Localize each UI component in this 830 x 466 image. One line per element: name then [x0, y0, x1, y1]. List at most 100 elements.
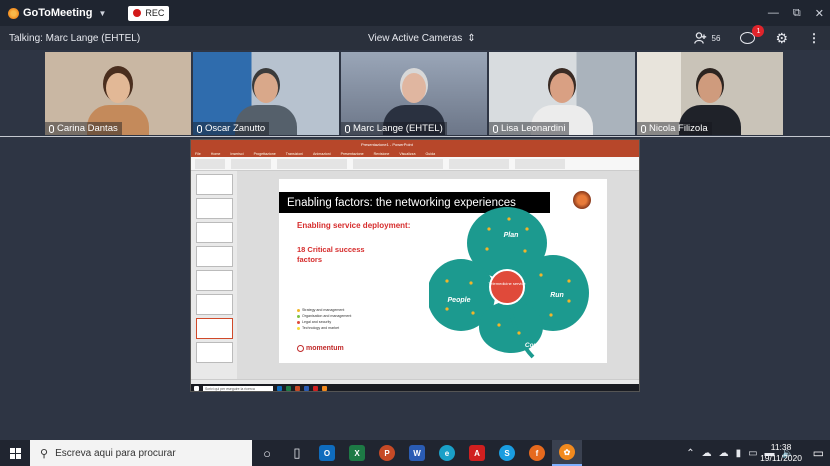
taskbar-search[interactable]: ⚲ Escreva aqui para procurar [30, 440, 252, 466]
label-run: Run [550, 292, 564, 299]
ppt-ribbon [191, 157, 639, 171]
shared-search-box: Scrivi qui per eseguire la ricerca [203, 385, 273, 391]
excel-icon: X [349, 445, 365, 461]
critical-factors-text: 18 Critical success factors [297, 245, 365, 264]
ppt-document-title: Presentazione1 - PowerPoint [361, 142, 413, 147]
cortana-button[interactable]: ○ [252, 440, 282, 466]
slide-legend: Strategy and management Organisation and… [297, 307, 351, 331]
clover-center [489, 269, 525, 305]
network-icon[interactable]: ▭ [748, 448, 757, 459]
taskbar-clock[interactable]: 11:38 19/11/2020 [760, 442, 802, 464]
slide-thumbnail [196, 222, 233, 243]
camera-tile-carina-dantas[interactable]: Carina Dantas [45, 52, 191, 135]
meeting-toolbar: Talking: Marc Lange (EHTEL) View Active … [0, 25, 830, 50]
ppt-menu-item: Transizioni [285, 151, 304, 156]
task-view-button[interactable]: ▯ [282, 440, 312, 466]
mic-icon [345, 124, 350, 133]
momentum-brand: momentum [297, 345, 344, 352]
shared-screen[interactable]: Presentazione1 - PowerPoint File Home In… [190, 139, 640, 392]
slide-thumbnail [196, 270, 233, 291]
word-icon: W [409, 445, 425, 461]
record-dot-icon [133, 9, 142, 17]
usb-icon[interactable]: ▮ [736, 448, 742, 459]
chat-button[interactable]: 1 [740, 25, 765, 44]
restore-icon[interactable]: ⧉ [793, 7, 801, 20]
shared-taskbar: Scrivi qui per eseguire la ricerca [191, 384, 639, 391]
people-icon [693, 32, 706, 44]
camera-tile-oscar-zanutto[interactable]: Oscar Zanutto [193, 52, 339, 135]
search-placeholder: Escreva aqui para procurar [55, 447, 176, 459]
label-context: Context [525, 342, 550, 349]
ppt-menu-item: File [195, 151, 201, 156]
slide-thumbnail [196, 342, 233, 363]
more-options-icon[interactable]: ⋮ [808, 31, 820, 45]
taskbar-app-skype[interactable]: S [492, 440, 522, 466]
camera-tile-nicola-filizola[interactable]: Nicola Filizola [637, 52, 783, 135]
ppt-title-bar: Presentazione1 - PowerPoint [191, 140, 639, 150]
talking-indicator: Talking: Marc Lange (EHTEL) [9, 32, 141, 44]
skype-icon: S [499, 445, 515, 461]
momentum-logo-icon [297, 345, 304, 352]
participant-name: Carina Dantas [57, 123, 118, 134]
close-icon[interactable]: ✕ [815, 7, 824, 20]
view-cameras-label: View Active Cameras [368, 32, 463, 44]
task-view-icon: ▯ [293, 445, 301, 460]
windows-icon [9, 447, 21, 459]
taskbar-app-edge[interactable]: e [432, 440, 462, 466]
onedrive-icon[interactable]: ☁ [719, 448, 729, 459]
taskbar-app-firefox[interactable]: f [522, 440, 552, 466]
ppt-menu-item: Revisione [373, 151, 390, 156]
camera-name-label: Nicola Filizola [637, 122, 712, 135]
gotomeeting-icon: ✿ [559, 444, 575, 460]
chevron-up-icon[interactable]: ⌃ [686, 448, 694, 459]
camera-tile-lisa-leonardini[interactable]: Lisa Leonardini [489, 52, 635, 135]
strip-divider [0, 136, 830, 137]
label-people: People [448, 297, 471, 304]
ppt-menu-item: Inserisci [230, 151, 244, 156]
view-cameras-selector[interactable]: View Active Cameras ⇕ [368, 33, 476, 44]
ppt-menu-item: Visualizza [399, 151, 416, 156]
outlook-icon: O [319, 445, 335, 461]
ppt-menu-item: Animazioni [313, 151, 331, 156]
edge-icon: e [439, 445, 455, 461]
chevron-down-icon: ▼ [98, 8, 107, 18]
taskbar-app-excel[interactable]: X [342, 440, 372, 466]
slide-thumbnail-selected [196, 318, 233, 339]
app-menu-button[interactable]: GoToMeeting ▼ [8, 7, 106, 19]
ppt-menu-item: Guida [425, 151, 436, 156]
camera-tile-marc-lange[interactable]: Marc Lange (EHTEL) [341, 52, 487, 135]
taskbar-app-gotomeeting[interactable]: ✿ [552, 440, 582, 466]
slide-thumbnail [196, 198, 233, 219]
slide-thumbnail [196, 174, 233, 195]
clock-date: 19/11/2020 [760, 453, 802, 463]
taskbar-app-outlook[interactable]: O [312, 440, 342, 466]
attendees-button[interactable]: 56 [693, 32, 721, 44]
current-slide: Enabling factors: the networking experie… [279, 179, 607, 363]
camera-name-label: Lisa Leonardini [489, 122, 570, 135]
recording-button[interactable]: REC [128, 5, 170, 21]
mic-icon [197, 124, 202, 133]
start-button[interactable] [0, 440, 30, 466]
slide-thumbnail [196, 294, 233, 315]
cloud-icon[interactable]: ☁ [702, 448, 712, 459]
taskbar-app-powerpoint[interactable]: P [372, 440, 402, 466]
participant-name: Oscar Zanutto [205, 123, 266, 134]
minimize-icon[interactable]: — [768, 7, 779, 19]
powerpoint-icon: P [379, 445, 395, 461]
notification-icon[interactable]: ▭ [813, 446, 824, 460]
participant-name: Lisa Leonardini [501, 123, 566, 134]
taskbar-app-acrobat[interactable]: A [462, 440, 492, 466]
center-label: Telemedicine service [488, 281, 526, 286]
participant-name: Marc Lange (EHTEL) [353, 123, 443, 134]
legend-item: Technology and market [297, 325, 351, 331]
camera-name-label: Oscar Zanutto [193, 122, 270, 135]
label-plan: Plan [504, 232, 519, 239]
sort-chevrons-icon: ⇕ [467, 32, 476, 44]
slide-thumbnail [196, 246, 233, 267]
gear-icon[interactable]: ⚙ [775, 30, 788, 47]
window-controls: — ⧉ ✕ [768, 0, 824, 26]
slide-subtitle: Enabling service deployment: [297, 221, 411, 230]
attendee-count: 56 [711, 33, 721, 43]
firefox-icon: f [529, 445, 545, 461]
taskbar-app-word[interactable]: W [402, 440, 432, 466]
